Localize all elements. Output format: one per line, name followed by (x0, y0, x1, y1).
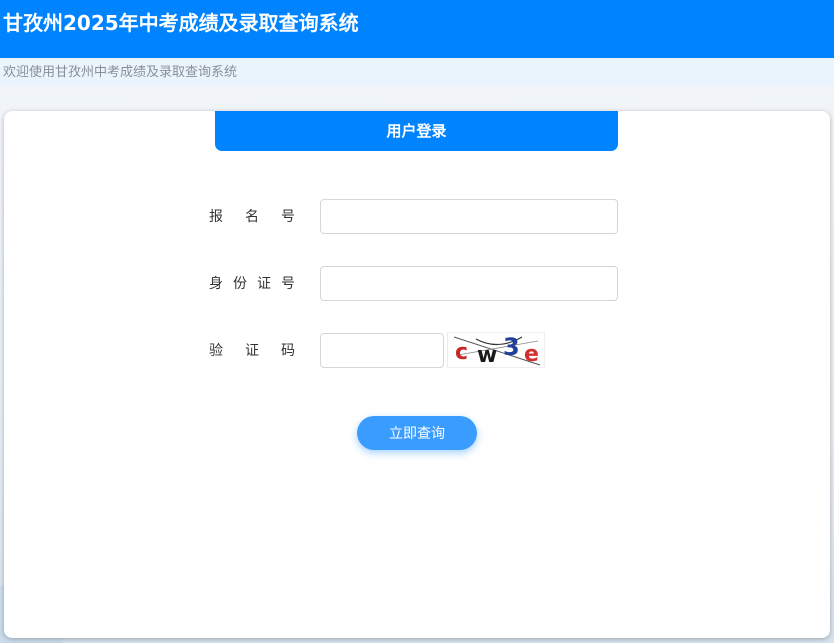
captcha-char: e (524, 342, 539, 367)
registration-number-input[interactable] (320, 199, 618, 234)
login-card: 用户登录 报名号 身份证号 验证码 c w 3 e 立即查询 (4, 111, 830, 638)
page: 甘孜州2025年中考成绩及录取查询系统 欢迎使用甘孜州中考成绩及录取查询系统 用… (0, 0, 834, 643)
page-title: 甘孜州2025年中考成绩及录取查询系统 (3, 11, 359, 35)
id-number-label: 身份证号 (209, 276, 295, 292)
registration-number-label: 报名号 (209, 209, 295, 225)
captcha-char: 3 (503, 333, 520, 361)
captcha-graphic: c w 3 e (453, 333, 541, 368)
header-bar: 甘孜州2025年中考成绩及录取查询系统 (0, 0, 834, 58)
welcome-text: 欢迎使用甘孜州中考成绩及录取查询系统 (3, 65, 238, 80)
captcha-input[interactable] (320, 333, 444, 368)
id-number-input[interactable] (320, 266, 618, 301)
submit-query-button[interactable]: 立即查询 (357, 416, 477, 450)
captcha-char: w (477, 343, 497, 367)
login-tab-title: 用户登录 (215, 111, 618, 151)
captcha-char: c (455, 340, 468, 365)
captcha-image[interactable]: c w 3 e (447, 332, 545, 368)
welcome-bar: 欢迎使用甘孜州中考成绩及录取查询系统 (0, 58, 834, 86)
captcha-label: 验证码 (209, 343, 295, 359)
